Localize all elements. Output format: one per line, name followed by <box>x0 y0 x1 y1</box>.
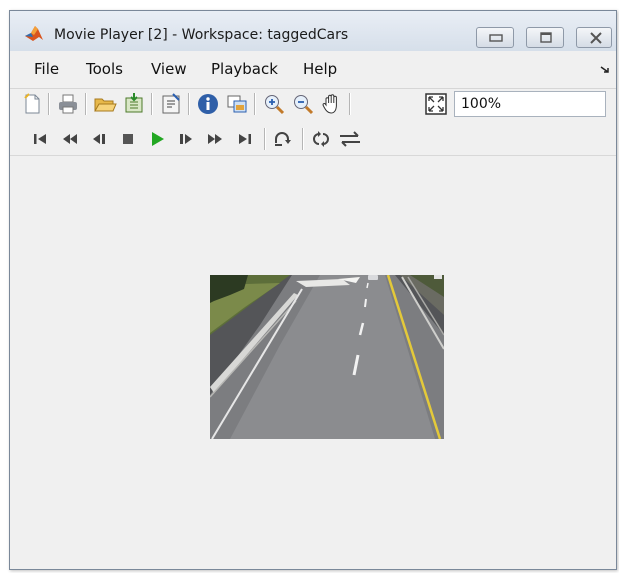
zoom-out-icon[interactable] <box>291 92 315 116</box>
undock-arrow-icon[interactable] <box>600 63 610 78</box>
properties-icon[interactable] <box>159 92 183 116</box>
window-title: Movie Player [2] - Workspace: taggedCars <box>54 27 349 43</box>
zoom-in-icon[interactable] <box>262 92 286 116</box>
zoom-level-field[interactable]: 100% <box>454 91 606 117</box>
highway-traffic-frame <box>210 275 444 439</box>
main-toolbar: 100% <box>10 88 616 119</box>
new-icon[interactable] <box>20 92 44 116</box>
menu-playback[interactable]: Playback <box>211 60 278 78</box>
menu-file[interactable]: File <box>34 60 59 78</box>
toolbar-separator <box>264 128 266 150</box>
playback-toolbar <box>10 126 616 152</box>
matlab-icon <box>24 24 44 42</box>
autoreverse-icon[interactable] <box>310 128 332 150</box>
copy-frame-icon[interactable] <box>225 92 249 116</box>
play-icon[interactable] <box>146 128 168 150</box>
title-bar[interactable]: Movie Player [2] - Workspace: taggedCars <box>10 11 616 51</box>
toolbar-separator <box>254 93 256 115</box>
toolbar-separator <box>349 93 351 115</box>
menu-tools[interactable]: Tools <box>86 60 123 78</box>
step-forward-icon[interactable] <box>175 128 197 150</box>
stop-icon[interactable] <box>117 128 139 150</box>
minimize-icon <box>489 34 503 42</box>
minimize-button[interactable] <box>476 27 514 48</box>
rewind-icon[interactable] <box>59 128 81 150</box>
playback-direction-icon[interactable] <box>338 128 360 150</box>
export-icon[interactable] <box>122 92 146 116</box>
menu-bar: File Tools View Playback Help <box>10 55 616 79</box>
movie-player-window: Movie Player [2] - Workspace: taggedCars… <box>9 10 617 570</box>
go-to-start-icon[interactable] <box>30 128 52 150</box>
open-icon[interactable] <box>93 92 117 116</box>
toolbar-separator <box>85 93 87 115</box>
fast-forward-icon[interactable] <box>204 128 226 150</box>
toolbar-separator <box>302 128 304 150</box>
close-icon <box>590 32 602 44</box>
fit-to-window-icon[interactable] <box>424 92 448 116</box>
loop-icon[interactable] <box>272 128 294 150</box>
toolbar-separator <box>188 93 190 115</box>
menu-view[interactable]: View <box>151 60 187 78</box>
toolbar-divider <box>10 155 616 156</box>
info-icon[interactable] <box>196 92 220 116</box>
go-to-end-icon[interactable] <box>233 128 255 150</box>
step-back-icon[interactable] <box>88 128 110 150</box>
video-frame[interactable] <box>210 275 444 439</box>
close-button[interactable] <box>576 27 612 48</box>
toolbar-separator <box>48 93 50 115</box>
maximize-icon <box>540 32 552 43</box>
menu-help[interactable]: Help <box>303 60 337 78</box>
maximize-button[interactable] <box>526 27 564 48</box>
print-icon[interactable] <box>56 92 80 116</box>
toolbar-separator <box>151 93 153 115</box>
pan-hand-icon[interactable] <box>320 92 344 116</box>
